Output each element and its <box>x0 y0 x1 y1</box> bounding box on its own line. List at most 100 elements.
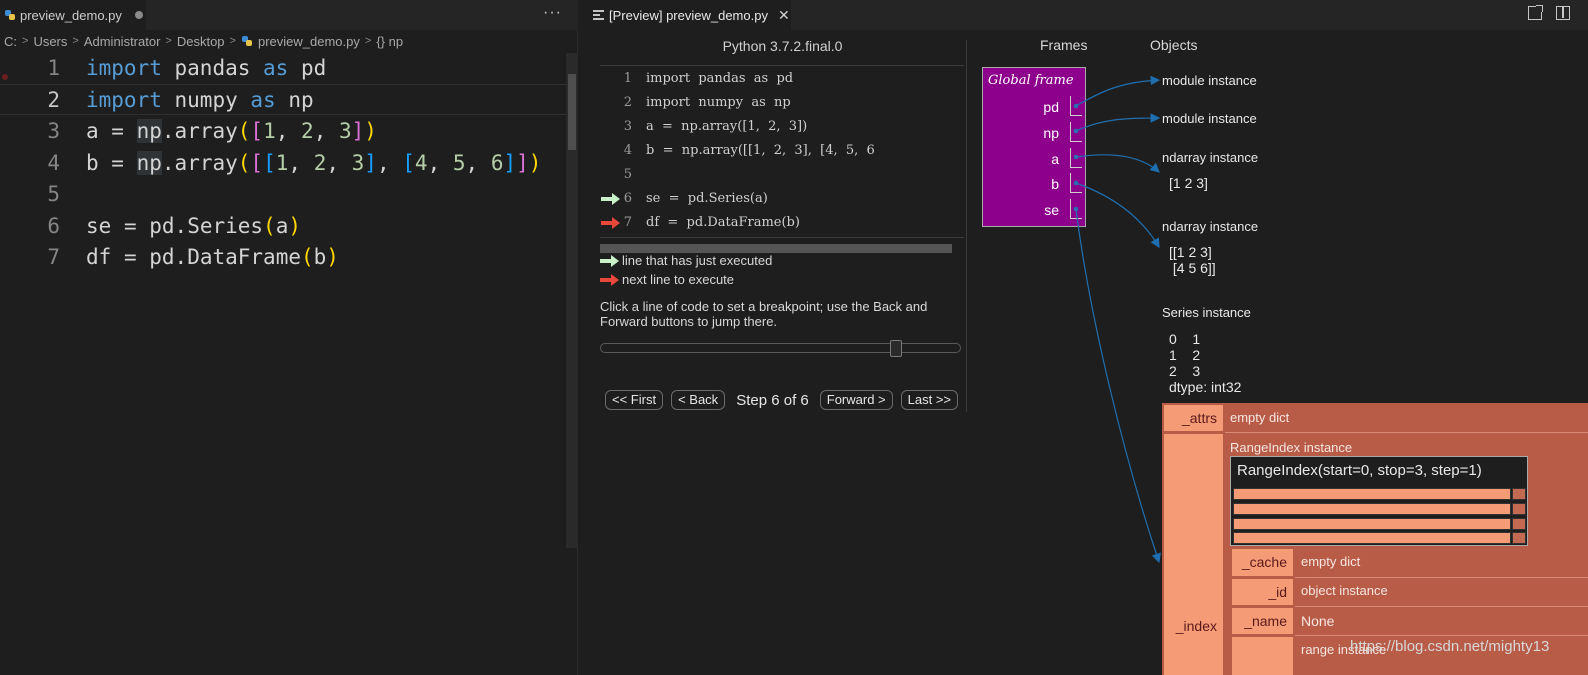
forward-button[interactable]: Forward > <box>819 390 893 410</box>
code-text: df = pd.DataFrame(b) <box>86 245 339 269</box>
breadcrumb-item[interactable]: preview_demo.py <box>258 34 360 49</box>
editor-pane: preview_demo.py ··· C: > Users > Adminis… <box>0 0 578 675</box>
object-value-se: 0 1 1 2 2 3 dtype: int32 <box>1169 331 1242 395</box>
code-text: df = pd.DataFrame(b) <box>646 215 800 230</box>
panel-divider <box>966 40 967 412</box>
first-button[interactable]: << First <box>605 390 664 410</box>
rangeindex-row <box>1233 503 1511 515</box>
pointer-slot <box>1070 96 1082 116</box>
tab-preview-demo-py[interactable]: preview_demo.py <box>0 0 146 30</box>
trace-code-line[interactable]: 2 import numpy as np <box>600 91 964 115</box>
step-slider[interactable] <box>600 343 961 353</box>
global-frame-title: Global frame <box>988 73 1074 88</box>
df-val-name: None <box>1301 613 1335 629</box>
rangeindex-row <box>1233 488 1511 500</box>
trace-code-line-executed[interactable]: 6 se = pd.Series(a) <box>600 187 964 211</box>
df-key-range <box>1232 637 1293 675</box>
back-button[interactable]: < Back <box>671 390 726 410</box>
df-val-id: object instance <box>1301 583 1388 598</box>
tab-label: [Preview] preview_demo.py <box>609 7 768 23</box>
unsaved-dot-icon[interactable] <box>134 11 143 19</box>
step-indicator: Step 6 of 6 <box>736 391 809 409</box>
code-line-current[interactable]: 2 import numpy as np <box>0 84 566 115</box>
trace-code-line[interactable]: 5 <box>600 163 964 187</box>
df-val-attrs: empty dict <box>1230 410 1290 425</box>
rangeindex-label: RangeIndex instance <box>1230 440 1353 455</box>
rangeindex-row <box>1233 518 1511 530</box>
code-line[interactable]: 3 a = np.array([1, 2, 3]) <box>0 116 566 147</box>
trace-code-line-next[interactable]: 7 df = pd.DataFrame(b) <box>600 211 964 235</box>
legend-next: next line to execute <box>600 271 900 289</box>
pointer-slot <box>1070 148 1082 168</box>
tab-preview[interactable]: [Preview] preview_demo.py ✕ <box>580 0 791 30</box>
divider <box>1295 635 1588 636</box>
trace-code-line[interactable]: 4 b = np.array([[1, 2, 3], [4, 5, 6 <box>600 139 964 163</box>
df-key-id: _id <box>1232 579 1293 605</box>
tab-label: preview_demo.py <box>20 7 122 23</box>
split-editor-icon[interactable] <box>1556 6 1570 20</box>
code-editor[interactable]: 1 import pandas as pd 2 import numpy as … <box>0 53 566 675</box>
df-key-attrs: _attrs <box>1164 405 1223 431</box>
divider <box>1295 577 1588 578</box>
open-source-icon[interactable] <box>1528 5 1543 20</box>
preview-icon <box>593 8 604 22</box>
line-number: 6 <box>623 191 632 206</box>
step-slider-handle[interactable] <box>889 340 902 357</box>
chevron-right-icon: > <box>165 35 172 47</box>
line-number: 2 <box>47 88 60 112</box>
breakpoint-hint-icon[interactable] <box>2 74 8 80</box>
line-number: 4 <box>623 143 632 158</box>
frame-var-b: b <box>1051 176 1059 192</box>
breadcrumb-item[interactable]: Users <box>33 34 67 49</box>
object-label-b: ndarray instance <box>1162 219 1259 234</box>
df-key-index: _index <box>1164 434 1223 675</box>
line-number: 1 <box>623 71 632 86</box>
line-number: 6 <box>47 214 60 238</box>
pointer-pd <box>1075 75 1161 107</box>
python-version: Python 3.7.2.final.0 <box>722 38 843 54</box>
editor-scrollbar-thumb[interactable] <box>568 74 576 150</box>
chevron-right-icon: > <box>72 35 79 47</box>
code-line[interactable]: 5 <box>0 179 566 210</box>
more-actions-button[interactable]: ··· <box>543 4 562 22</box>
breadcrumb-item[interactable]: C: <box>4 34 17 49</box>
last-button[interactable]: Last >> <box>900 390 959 410</box>
divider <box>1225 432 1588 433</box>
pointer-np <box>1075 113 1161 132</box>
breadcrumb-item[interactable]: Desktop <box>177 34 225 49</box>
pointer-a <box>1075 154 1160 173</box>
divider <box>600 65 964 66</box>
next-arrow-icon <box>600 274 619 286</box>
frame-var-pd: pd <box>1043 99 1059 115</box>
objects-header: Objects <box>1150 37 1198 53</box>
code-text: import pandas as pd <box>86 56 327 80</box>
line-number: 7 <box>47 245 60 269</box>
code-text: se = pd.Series(a) <box>86 214 302 238</box>
line-number: 3 <box>47 119 60 143</box>
breadcrumb-item[interactable]: {} np <box>376 34 403 49</box>
editor-actions <box>1528 5 1570 20</box>
trace-code-line[interactable]: 1 import pandas as pd <box>600 67 964 91</box>
pointer-se <box>1075 208 1161 564</box>
df-key-cache: _cache <box>1232 549 1293 576</box>
code-text: import numpy as np <box>86 88 314 112</box>
divider <box>1295 606 1588 607</box>
close-icon[interactable]: ✕ <box>778 7 790 24</box>
frame-var-a: a <box>1051 151 1059 167</box>
code-line[interactable]: 4 b = np.array([[1, 2, 3], [4, 5, 6]]) <box>0 148 566 179</box>
code-line[interactable]: 6 se = pd.Series(a) <box>0 211 566 242</box>
code-line[interactable]: 7 df = pd.DataFrame(b) <box>0 242 566 273</box>
code-text: b = np.array([[1, 2, 3], [4, 5, 6]]) <box>86 151 542 175</box>
breadcrumb-item[interactable]: Administrator <box>84 34 161 49</box>
pointer-slot <box>1070 199 1082 219</box>
editor-tab-bar: preview_demo.py ··· <box>0 0 578 30</box>
trace-code-line[interactable]: 3 a = np.array([1, 2, 3]) <box>600 115 964 139</box>
code-text: import pandas as pd <box>646 71 794 86</box>
code-line[interactable]: 1 import pandas as pd <box>0 53 566 84</box>
df-val-cache: empty dict <box>1301 554 1361 569</box>
executed-arrow-icon <box>600 255 619 267</box>
watermark: https://blog.csdn.net/mighty13 <box>1350 638 1550 655</box>
preview-pane: [Preview] preview_demo.py ✕ Python 3.7.2… <box>580 0 1588 675</box>
rangeindex-cell <box>1512 488 1526 500</box>
preview-tab-bar: [Preview] preview_demo.py ✕ <box>580 0 1588 30</box>
